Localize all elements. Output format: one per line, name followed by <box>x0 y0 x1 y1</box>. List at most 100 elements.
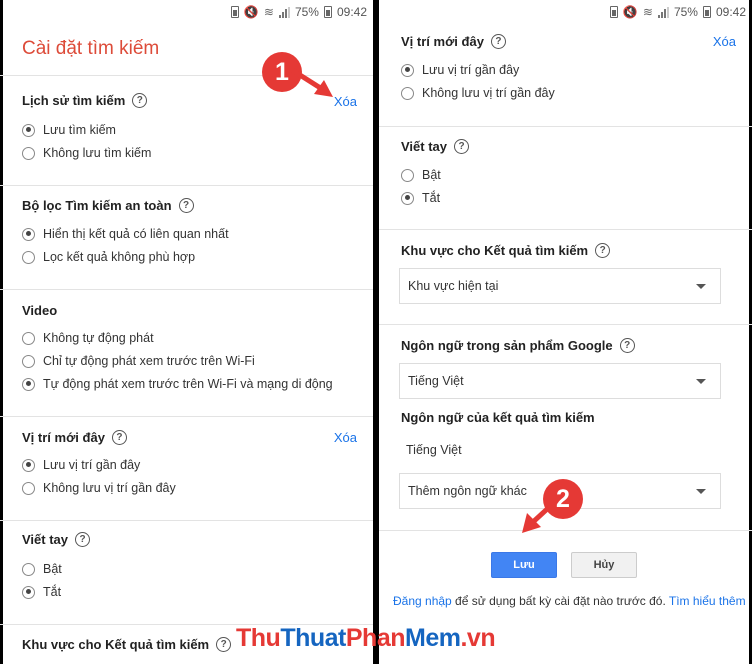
video-all-option[interactable]: Tự động phát xem trước trên Wi-Fi và mạn… <box>22 377 333 391</box>
battery-percent: 75% <box>673 5 698 19</box>
history-heading-label: Lịch sử tìm kiếm <box>22 93 126 108</box>
radio-selected[interactable] <box>22 123 35 137</box>
history-clear-link[interactable]: Xóa <box>334 94 357 109</box>
safesearch-filter-option[interactable]: Lọc kết quả không phù hợp <box>22 250 195 264</box>
option-label: Không lưu vị trí gần đây <box>422 86 555 100</box>
location-clear-link[interactable]: Xóa <box>334 430 357 445</box>
save-button[interactable]: Lưu <box>491 552 557 578</box>
location-nosave-option[interactable]: Không lưu vị trí gần đây <box>401 86 555 100</box>
radio[interactable] <box>401 86 414 100</box>
left-settings-panel: 🔇 ≋ 75% 09:42 Cài đặt tìm kiếm Lịch sử t… <box>0 0 373 664</box>
battery-icon <box>702 6 711 18</box>
option-label: Lọc kết quả không phù hợp <box>43 250 196 264</box>
option-label: Hiển thị kết quả có liên quan nhất <box>43 227 229 241</box>
option-label: Lưu tìm kiếm <box>43 123 116 137</box>
help-icon[interactable]: ? <box>178 198 194 213</box>
radio[interactable] <box>401 168 414 182</box>
radio-selected[interactable] <box>22 585 35 599</box>
handwriting-on-option[interactable]: Bật <box>401 168 441 182</box>
region-heading: Khu vực cho Kết quả tìm kiếm? <box>401 243 611 258</box>
option-label: Bật <box>422 168 441 182</box>
chevron-down-icon <box>696 379 706 384</box>
video-off-option[interactable]: Không tự động phát <box>22 331 154 345</box>
region-heading: Khu vực cho Kết quả tìm kiếm? <box>22 637 232 652</box>
signin-link[interactable]: Đăng nhập <box>393 594 452 608</box>
radio[interactable] <box>22 146 35 160</box>
radio-selected[interactable] <box>22 458 35 472</box>
learn-more-link[interactable]: Tìm hiểu thêm <box>669 594 746 608</box>
help-icon[interactable]: ? <box>490 34 506 49</box>
watermark-part: .vn <box>460 624 496 652</box>
radio[interactable] <box>22 331 35 345</box>
location-heading-label: Vị trí mới đây <box>401 34 484 49</box>
handwriting-off-option[interactable]: Tắt <box>401 191 440 205</box>
help-icon[interactable]: ? <box>216 637 232 652</box>
history-nosave-option[interactable]: Không lưu tìm kiếm <box>22 146 151 160</box>
location-save-option[interactable]: Lưu vị trí gần đây <box>401 63 519 77</box>
safesearch-heading: Bộ lọc Tìm kiếm an toàn? <box>22 198 194 213</box>
radio-selected[interactable] <box>401 63 414 77</box>
video-heading: Video <box>22 303 57 318</box>
cancel-button[interactable]: Hủy <box>571 552 637 578</box>
location-heading: Vị trí mới đây? <box>401 34 506 49</box>
safesearch-relevant-option[interactable]: Hiển thị kết quả có liên quan nhất <box>22 227 229 241</box>
option-label: Không tự động phát <box>43 331 154 345</box>
handwriting-off-option[interactable]: Tắt <box>22 585 61 599</box>
radio[interactable] <box>22 250 35 264</box>
radio[interactable] <box>22 354 35 368</box>
wifi-icon: ≋ <box>642 5 653 19</box>
signal-icon <box>278 6 290 18</box>
location-save-option[interactable]: Lưu vị trí gần đây <box>22 458 140 472</box>
radio[interactable] <box>22 481 35 495</box>
help-icon[interactable]: ? <box>111 430 127 445</box>
arrow-icon <box>290 67 333 97</box>
mute-icon: 🔇 <box>243 5 259 19</box>
signal-icon <box>657 6 669 18</box>
help-icon[interactable]: ? <box>75 532 91 547</box>
radio[interactable] <box>22 562 35 576</box>
video-wifi-option[interactable]: Chỉ tự động phát xem trước trên Wi-Fi <box>22 354 255 368</box>
result-lang-heading-label: Ngôn ngữ của kết quả tìm kiếm <box>401 410 595 425</box>
handwriting-heading-label: Viết tay <box>401 139 448 154</box>
signin-note-text: để sử dụng bất kỳ cài đặt nào trước đó. <box>451 594 669 608</box>
battery-percent: 75% <box>294 5 319 19</box>
product-lang-select[interactable]: Tiếng Việt <box>399 363 721 399</box>
option-label: Bật <box>43 562 62 576</box>
history-save-option[interactable]: Lưu tìm kiếm <box>22 123 116 137</box>
help-icon[interactable]: ? <box>454 139 470 154</box>
help-icon[interactable]: ? <box>132 93 148 108</box>
status-bar: 🔇 ≋ 75% 09:42 <box>379 0 752 24</box>
product-lang-heading-label: Ngôn ngữ trong sản phẩm Google <box>401 338 613 353</box>
safesearch-section: Bộ lọc Tìm kiếm an toàn? Hiển thị kết qu… <box>0 185 373 289</box>
radio-selected[interactable] <box>22 377 35 391</box>
region-heading-label: Khu vực cho Kết quả tìm kiếm <box>401 243 589 258</box>
watermark-part: Phan <box>345 624 406 652</box>
result-lang-current: Tiếng Việt <box>406 443 462 457</box>
option-label: Tự động phát xem trước trên Wi-Fi và mạn… <box>43 377 333 391</box>
help-icon[interactable]: ? <box>595 243 611 258</box>
handwriting-section: Viết tay? Bật Tắt <box>379 126 752 229</box>
clock: 09:42 <box>715 5 746 19</box>
handwriting-heading-label: Viết tay <box>22 532 69 547</box>
location-nosave-option[interactable]: Không lưu vị trí gần đây <box>22 481 176 495</box>
page-title: Cài đặt tìm kiếm <box>22 38 160 59</box>
history-heading: Lịch sử tìm kiếm? <box>22 93 148 108</box>
result-lang-heading: Ngôn ngữ của kết quả tìm kiếm <box>401 410 595 425</box>
option-label: Lưu vị trí gần đây <box>43 458 141 472</box>
chevron-down-icon <box>696 489 706 494</box>
handwriting-heading: Viết tay? <box>22 532 91 547</box>
clock: 09:42 <box>336 5 367 19</box>
radio-selected[interactable] <box>22 227 35 241</box>
handwriting-on-option[interactable]: Bật <box>22 562 62 576</box>
location-clear-link[interactable]: Xóa <box>713 34 736 49</box>
radio-selected[interactable] <box>401 191 414 205</box>
add-language-label: Thêm ngôn ngữ khác <box>408 484 527 498</box>
option-label: Không lưu vị trí gần đây <box>43 481 176 495</box>
product-lang-heading: Ngôn ngữ trong sản phẩm Google? <box>401 338 635 353</box>
region-select[interactable]: Khu vực hiện tại <box>399 268 721 304</box>
watermark-part: Thuat <box>280 624 346 652</box>
region-heading-label: Khu vực cho Kết quả tìm kiếm <box>22 637 210 652</box>
location-section: Vị trí mới đây? Xóa Lưu vị trí gần đây K… <box>379 24 752 126</box>
help-icon[interactable]: ? <box>619 338 635 353</box>
video-section: Video Không tự động phát Chỉ tự động phá… <box>0 289 373 416</box>
